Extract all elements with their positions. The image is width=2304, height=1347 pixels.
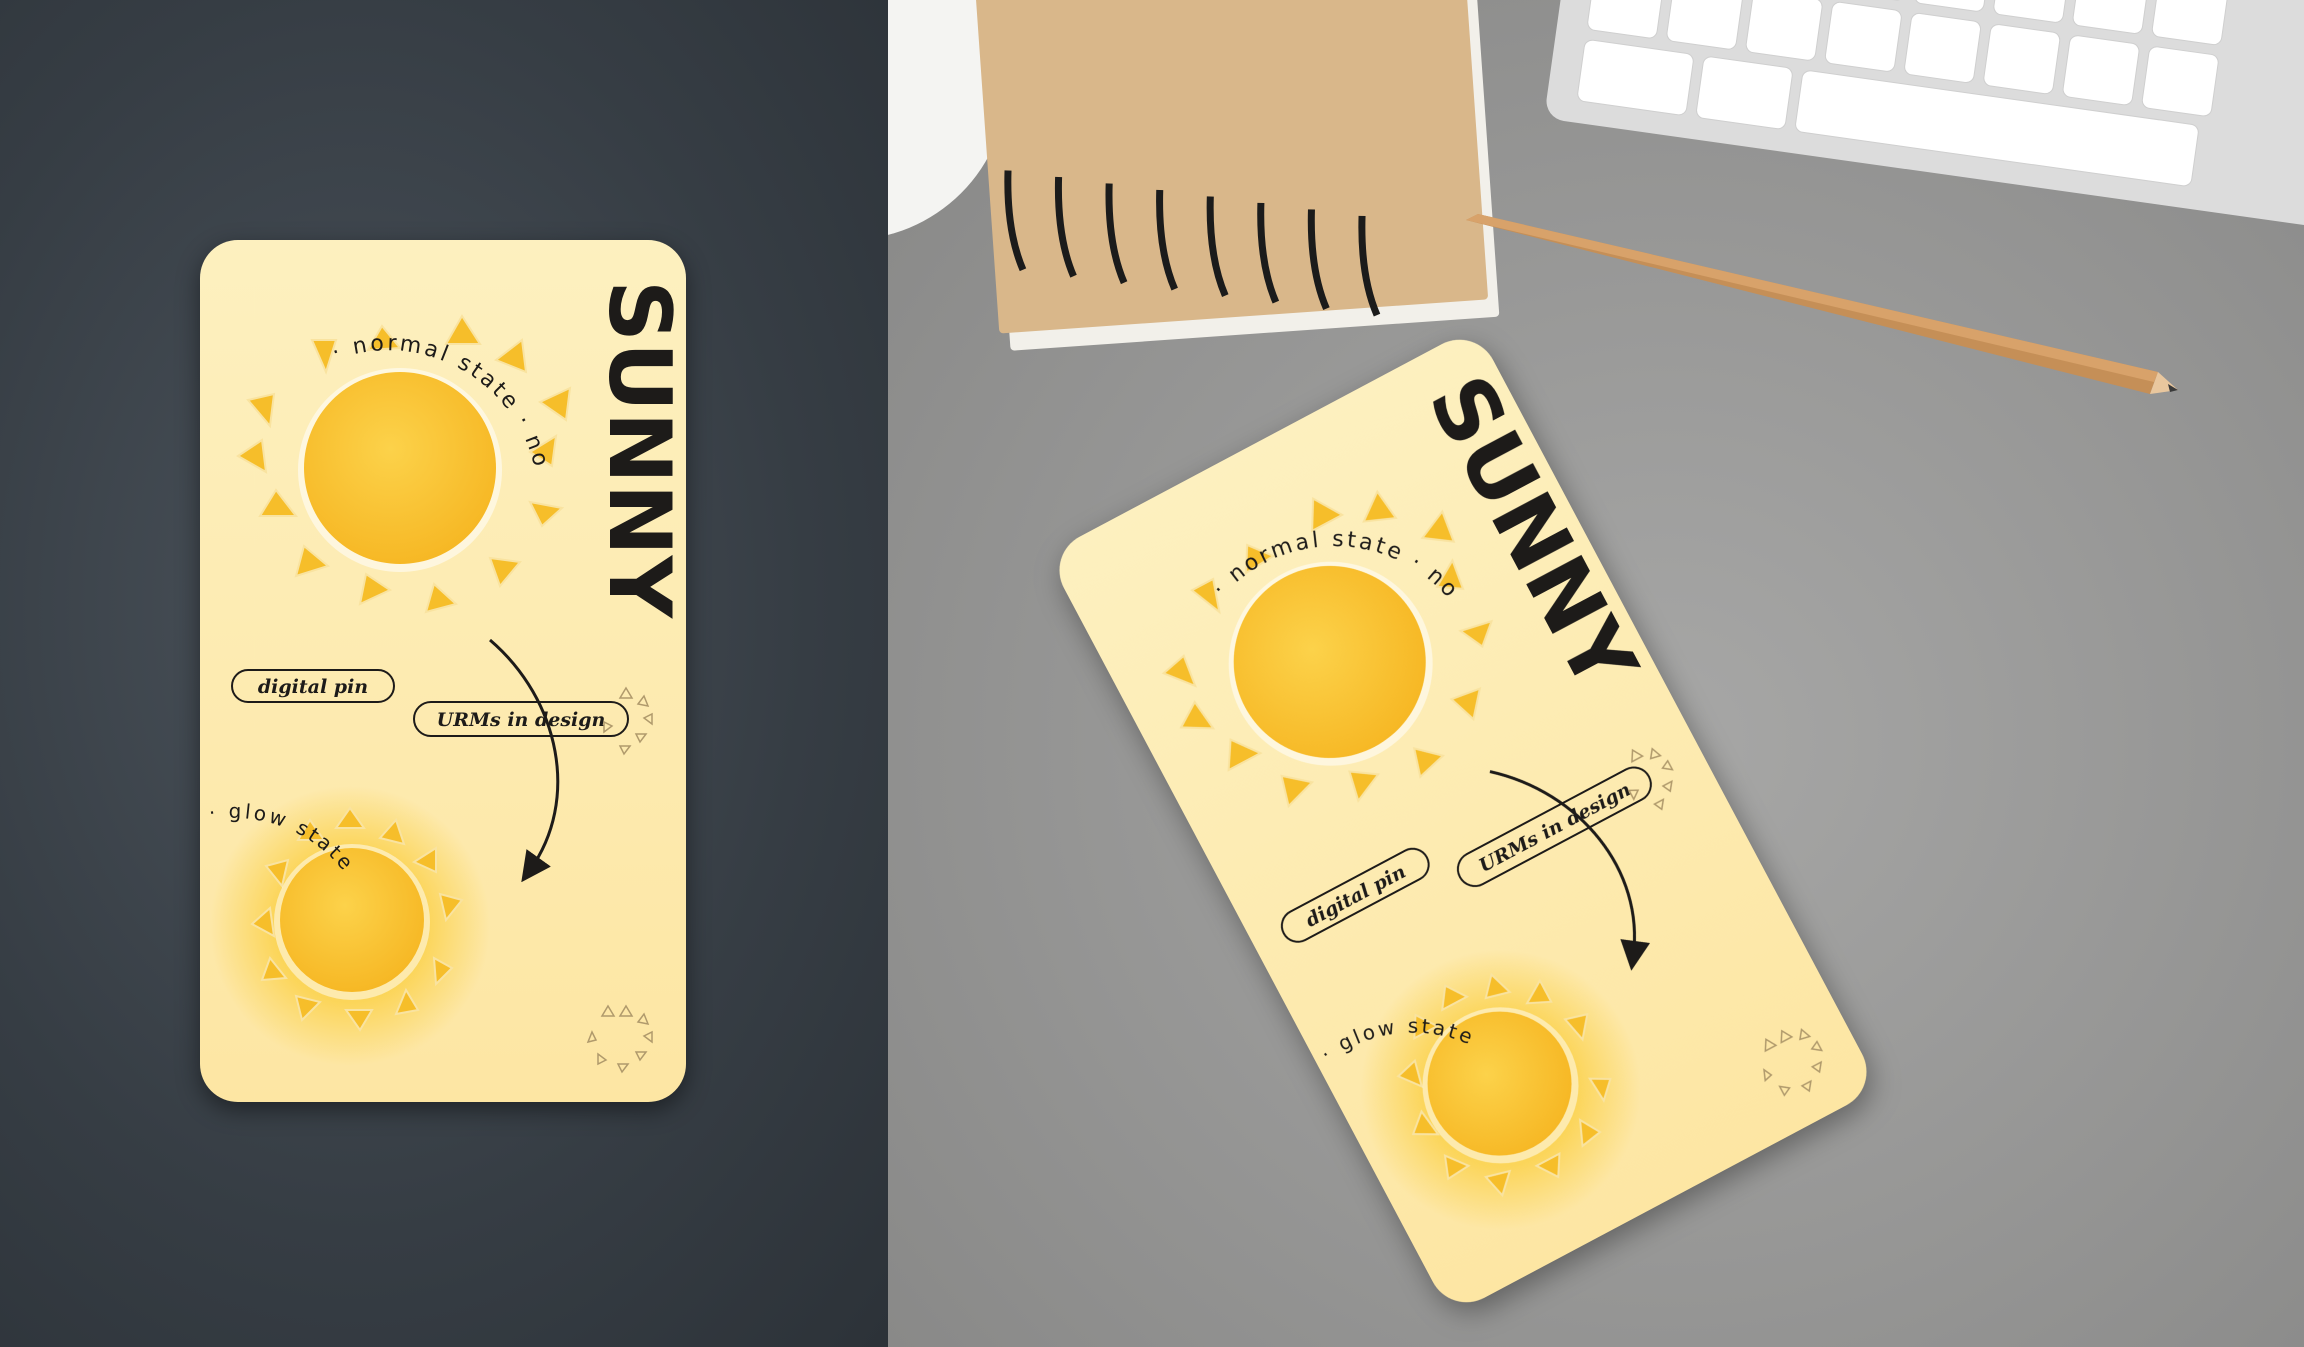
glow-sun-icon (210, 786, 490, 1066)
pencil (1466, 214, 2178, 394)
digital-pin-label: digital pin (258, 676, 368, 698)
sunny-title: SUNNY (589, 280, 689, 620)
notebook (974, 0, 1500, 351)
pin-card-flat: · normal state · normal state SUNNY digi… (188, 221, 689, 1102)
urms-design-label: URMs in design (437, 709, 606, 731)
keyboard (1546, 0, 2304, 230)
stage: · normal state · normal state SUNNY digi… (0, 0, 2304, 1347)
